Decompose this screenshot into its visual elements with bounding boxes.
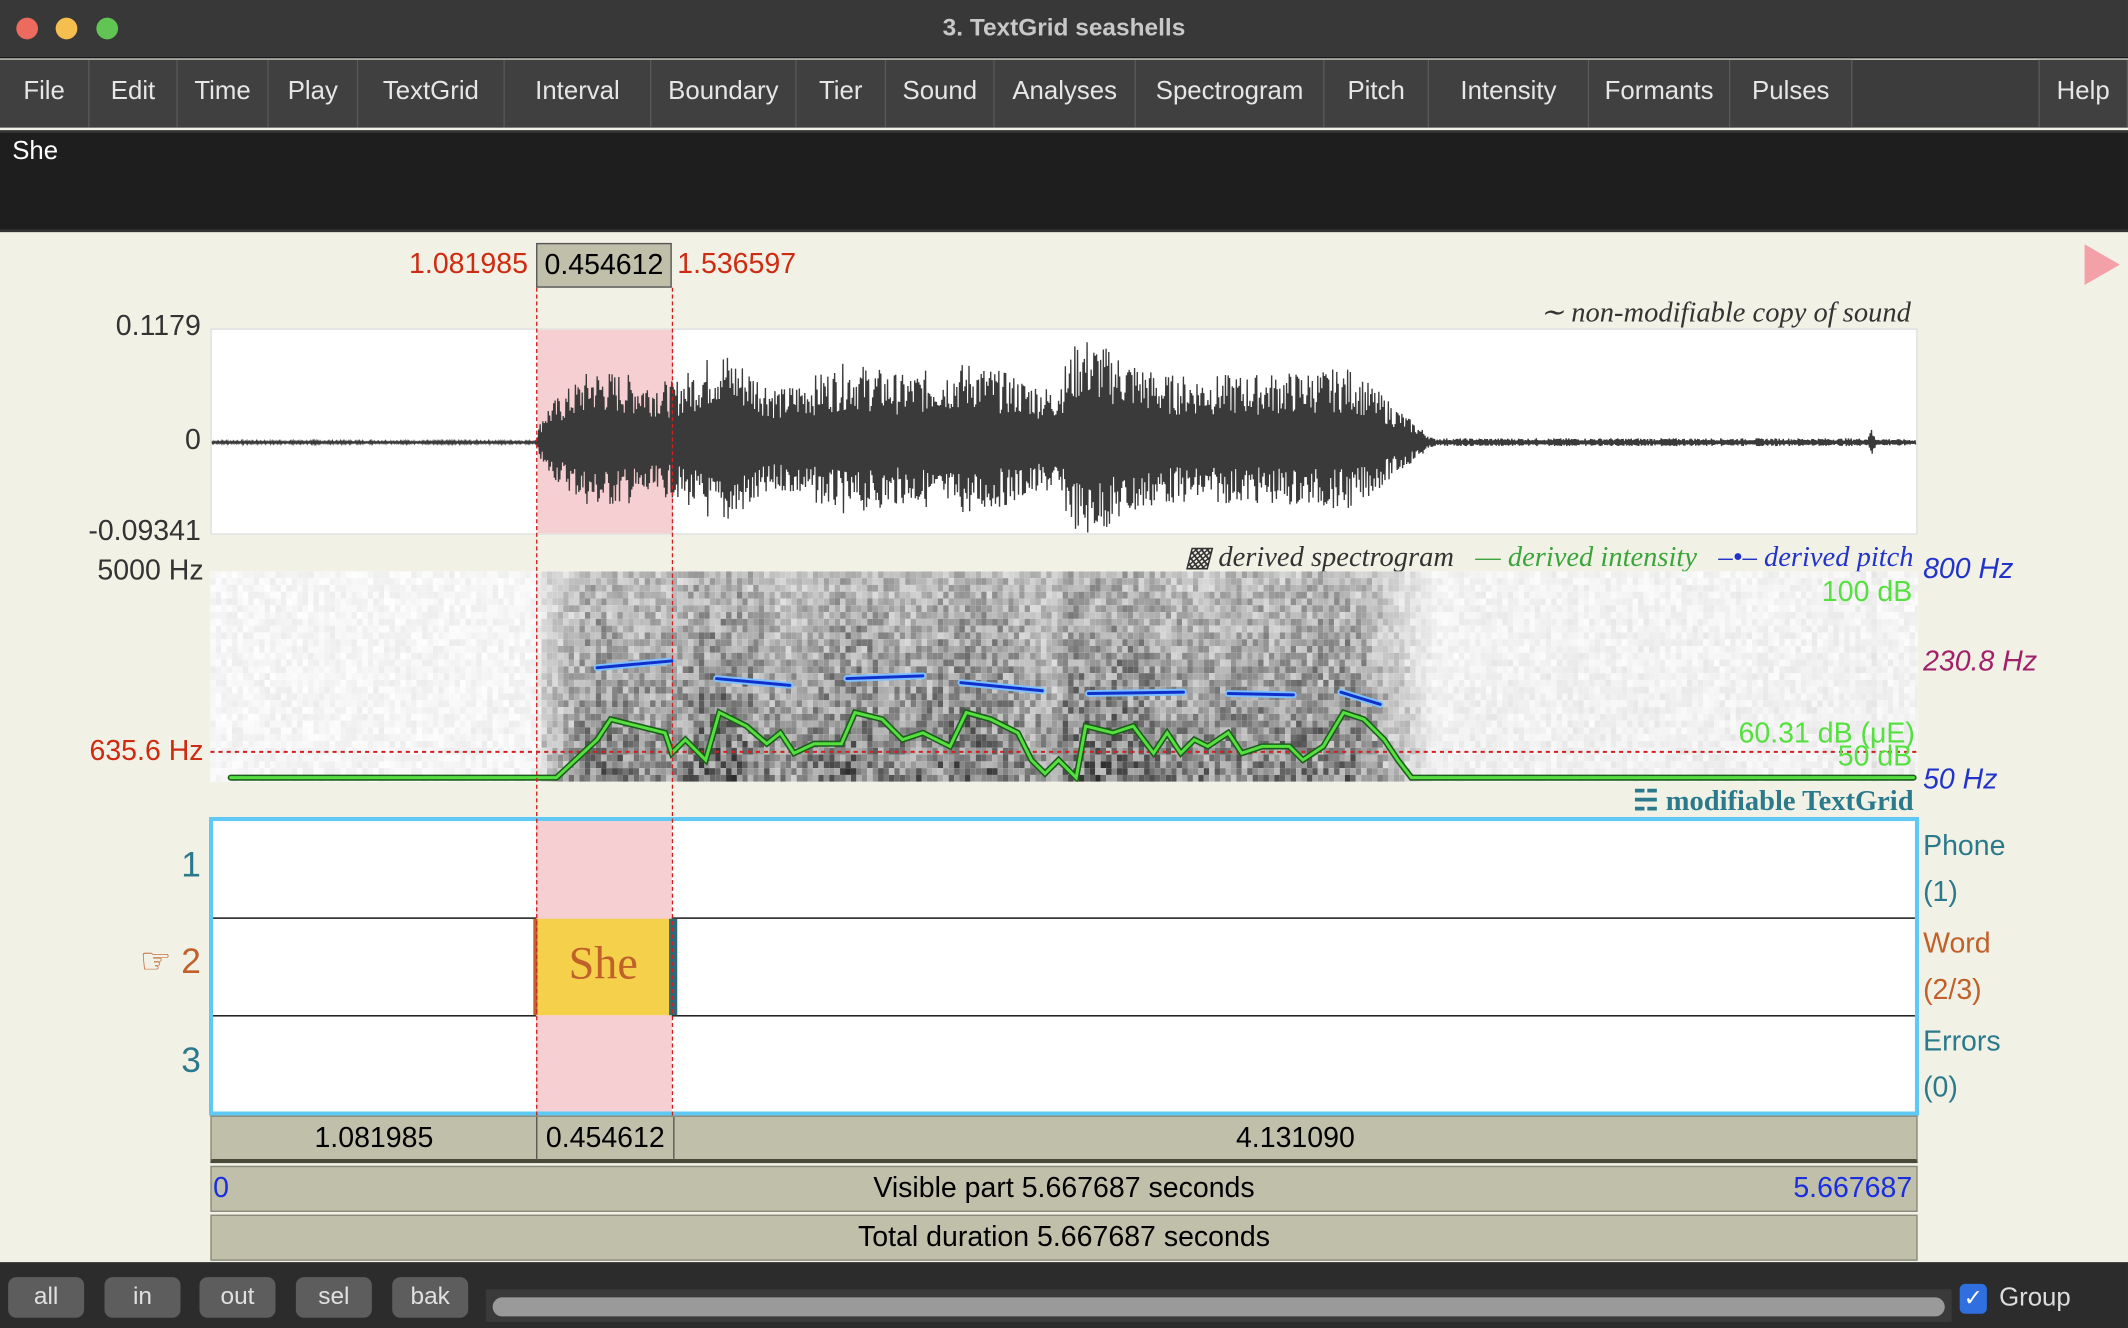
group-checkbox[interactable]: ✓ bbox=[1959, 1283, 1987, 1314]
menu-time[interactable]: Time bbox=[177, 59, 269, 128]
zoom-in-button[interactable]: in bbox=[104, 1277, 181, 1318]
group-label: Group bbox=[1999, 1283, 2071, 1313]
menu-pulses[interactable]: Pulses bbox=[1730, 59, 1853, 128]
zoom-back-button[interactable]: bak bbox=[392, 1277, 469, 1318]
pitch-cursor: 230.8 Hz bbox=[1923, 645, 2038, 678]
menu-spectrogram[interactable]: Spectrogram bbox=[1135, 59, 1325, 128]
visible-part-label: Visible part 5.667687 seconds bbox=[873, 1172, 1255, 1204]
tier-3-label: Errors (0) bbox=[1923, 1025, 2001, 1104]
zoom-selection-button[interactable]: sel bbox=[295, 1277, 372, 1318]
window-title: 3. TextGrid seashells bbox=[942, 13, 1186, 41]
praat-textgrid-editor: 3. TextGrid seashells File Edit Time Pla… bbox=[0, 0, 2128, 1328]
total-duration-row[interactable]: Total duration 5.667687 seconds bbox=[210, 1214, 1918, 1261]
selection-start: 1.081985 bbox=[409, 248, 528, 280]
duration-selection[interactable]: 0.454612 bbox=[536, 1116, 675, 1161]
spectrogram-legend: ▩ derived spectrogram — derived intensit… bbox=[1184, 540, 1914, 573]
menu-formants[interactable]: Formants bbox=[1589, 59, 1731, 128]
tier-3-number[interactable]: 3 bbox=[181, 1040, 201, 1082]
pitch-max: 800 Hz bbox=[1923, 553, 2014, 585]
menu-edit[interactable]: Edit bbox=[89, 59, 178, 128]
tier-word[interactable] bbox=[213, 919, 1915, 1017]
zoom-out-button[interactable]: out bbox=[199, 1277, 276, 1318]
visible-end: 5.667687 bbox=[1793, 1172, 1913, 1204]
tier-2-label: Word (2/3) bbox=[1923, 928, 1991, 1006]
textgrid-icon: ☵ bbox=[1633, 784, 1666, 817]
scrollbar-thumb[interactable] bbox=[492, 1297, 1945, 1317]
interval-she[interactable]: She bbox=[533, 918, 678, 1016]
tier-errors[interactable] bbox=[213, 1016, 1915, 1114]
textgrid-panel[interactable]: She bbox=[208, 816, 1919, 1116]
duration-right[interactable]: 4.131090 bbox=[674, 1122, 1916, 1155]
tier-1-label: Phone (1) bbox=[1923, 830, 2006, 908]
menu-intensity[interactable]: Intensity bbox=[1429, 59, 1590, 128]
cursor-frequency: 635.6 Hz bbox=[89, 735, 204, 767]
tilde-icon: ∼ bbox=[1540, 295, 1572, 329]
menu-analyses[interactable]: Analyses bbox=[994, 59, 1136, 128]
menu-bar: File Edit Time Play TextGrid Interval Bo… bbox=[0, 59, 2128, 128]
sound-ymin: -0.09341 bbox=[88, 515, 201, 547]
menu-textgrid[interactable]: TextGrid bbox=[358, 59, 505, 128]
zoom-all-button[interactable]: all bbox=[8, 1277, 85, 1318]
menu-sound[interactable]: Sound bbox=[886, 59, 995, 128]
visible-part-row[interactable]: 0 Visible part 5.667687 seconds 5.667687 bbox=[210, 1165, 1918, 1212]
waveform bbox=[211, 342, 1917, 533]
pitch-min: 50 Hz bbox=[1923, 764, 1998, 796]
sound-title: ∼ non-modifiable copy of sound bbox=[1540, 295, 1911, 329]
menu-file[interactable]: File bbox=[0, 59, 90, 128]
spectrogram-panel[interactable]: 100 dB 60.31 dB (μE) 50 dB bbox=[210, 571, 1918, 782]
waveform-panel[interactable] bbox=[210, 328, 1918, 535]
menu-boundary[interactable]: Boundary bbox=[651, 59, 797, 128]
menu-tier[interactable]: Tier bbox=[796, 59, 887, 128]
textgrid-title: ☵ modifiable TextGrid bbox=[1633, 784, 1914, 817]
menu-interval[interactable]: Interval bbox=[504, 59, 652, 128]
tier-phone[interactable] bbox=[213, 821, 1915, 919]
title-bar: 3. TextGrid seashells bbox=[0, 0, 2128, 59]
tier-1-number[interactable]: 1 bbox=[181, 844, 201, 886]
interval-text-field[interactable]: She bbox=[0, 130, 2128, 233]
sound-yzero: 0 bbox=[184, 424, 201, 456]
sound-ymax: 0.1179 bbox=[115, 310, 201, 342]
tier-2-number[interactable]: ☞ 2 bbox=[140, 940, 201, 982]
pointing-hand-icon: ☞ bbox=[139, 940, 172, 982]
intensity-min: 50 dB bbox=[1837, 740, 1913, 773]
selection-end: 1.536597 bbox=[677, 248, 797, 280]
scrollbar-track[interactable] bbox=[485, 1289, 1952, 1322]
menu-play[interactable]: Play bbox=[268, 59, 359, 128]
total-duration-label: Total duration 5.667687 seconds bbox=[858, 1221, 1270, 1253]
spectrogram-fmax: 5000 Hz bbox=[97, 555, 204, 587]
spectrogram-icon: ▩ bbox=[1184, 540, 1219, 573]
menu-help[interactable]: Help bbox=[2038, 59, 2128, 128]
menu-pitch[interactable]: Pitch bbox=[1324, 59, 1430, 128]
selection-length[interactable]: 0.454612 bbox=[536, 242, 672, 288]
duration-row: 1.081985 0.454612 4.131090 bbox=[210, 1115, 1918, 1164]
play-triangle-icon[interactable] bbox=[2084, 244, 2120, 285]
duration-left[interactable]: 1.081985 bbox=[212, 1122, 536, 1155]
intensity-max: 100 dB bbox=[1821, 576, 1913, 608]
